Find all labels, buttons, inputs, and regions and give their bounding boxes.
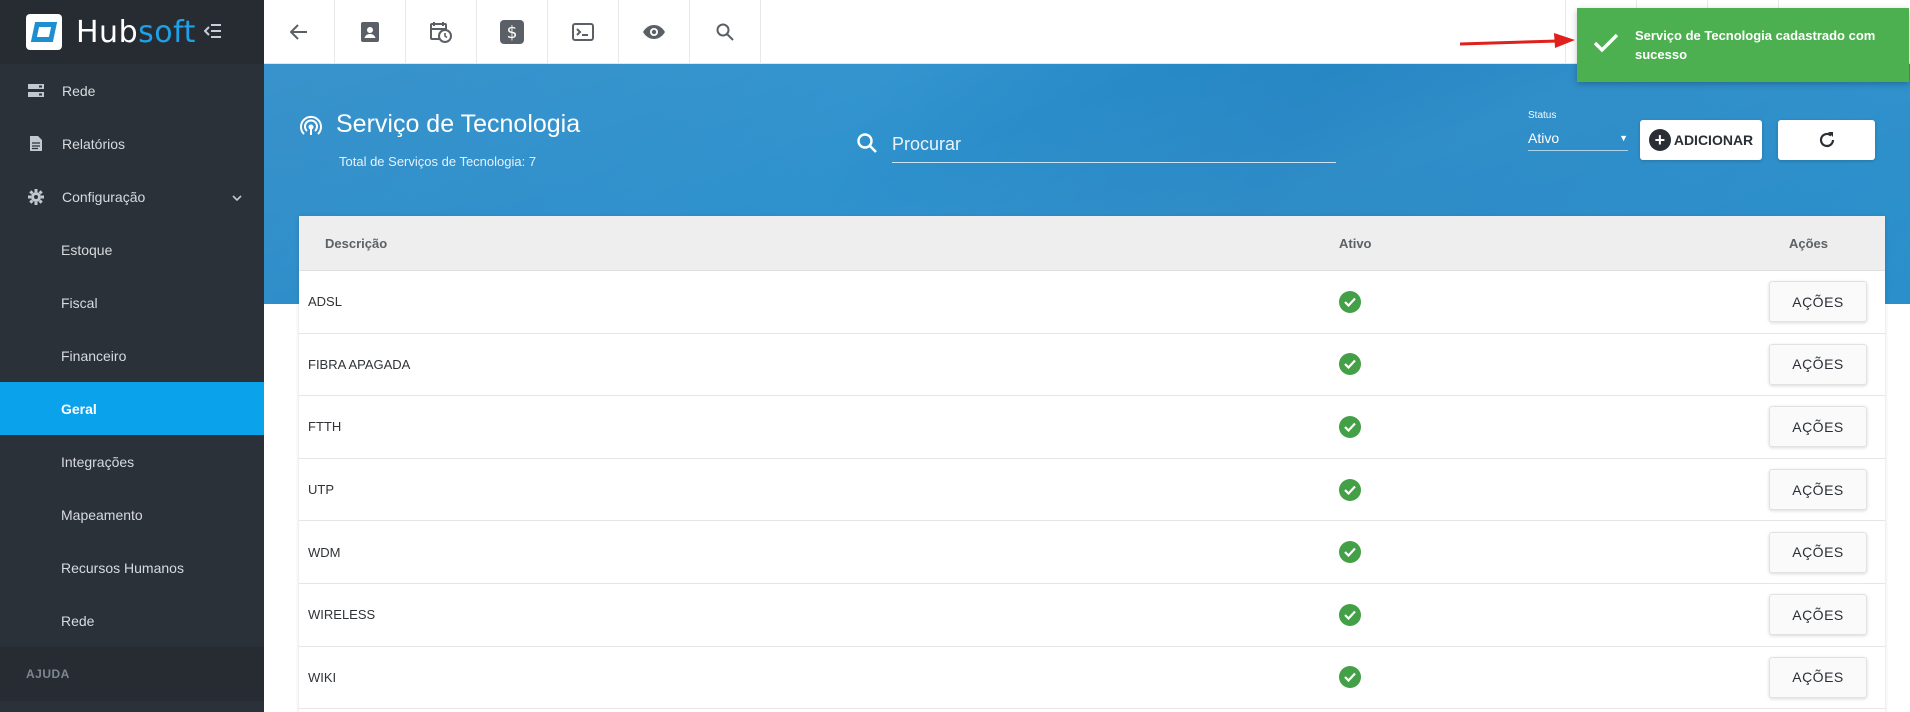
add-circle-icon: + bbox=[1648, 129, 1671, 151]
table-row: WIRELESS AÇÕES bbox=[299, 584, 1885, 647]
gear-icon bbox=[26, 188, 46, 205]
column-header-descricao[interactable]: Descrição bbox=[325, 236, 387, 251]
column-header-acoes: Ações bbox=[1789, 235, 1829, 251]
sidebar-subitem-recursos-humanos[interactable]: Recursos Humanos bbox=[0, 541, 264, 594]
search-icon bbox=[716, 23, 734, 41]
success-toast[interactable]: Serviço de Tecnologia cadastrado com suc… bbox=[1577, 8, 1909, 82]
collapse-menu-icon[interactable] bbox=[203, 21, 222, 44]
back-button[interactable] bbox=[264, 0, 335, 64]
row-actions-button[interactable]: AÇÕES bbox=[1769, 469, 1867, 511]
active-check-icon bbox=[1339, 290, 1361, 313]
table-row: UTP AÇÕES bbox=[299, 459, 1885, 522]
technology-services-table: Descrição Ativo Ações ADSL AÇÕES FIBRA APA… bbox=[299, 216, 1885, 712]
sidebar-item-label: Rede bbox=[62, 82, 96, 99]
refresh-button[interactable] bbox=[1778, 120, 1875, 160]
row-descricao: UTP bbox=[308, 482, 334, 498]
row-actions-button[interactable]: AÇÕES bbox=[1769, 531, 1867, 573]
add-button[interactable]: + ADICIONAR bbox=[1640, 120, 1762, 160]
sidebar-subitem-mapeamento[interactable]: Mapeamento bbox=[0, 488, 264, 541]
row-actions-button[interactable]: AÇÕES bbox=[1769, 343, 1867, 385]
dollar-icon: $ bbox=[500, 20, 524, 44]
finance-button[interactable]: $ bbox=[477, 0, 548, 64]
row-actions-button[interactable]: AÇÕES bbox=[1769, 406, 1867, 448]
sidebar-subitem-rede[interactable]: Rede bbox=[0, 594, 264, 647]
row-descricao: FTTH bbox=[308, 419, 342, 435]
row-descricao: WIKI bbox=[308, 669, 337, 685]
sidebar-item-relatorios[interactable]: Relatórios bbox=[0, 117, 264, 170]
sidebar-item-label: Configuração bbox=[62, 188, 146, 205]
calendar-clock-icon bbox=[430, 22, 452, 43]
active-check-icon bbox=[1339, 353, 1361, 376]
chevron-down-icon bbox=[232, 190, 242, 204]
table-body: ADSL AÇÕES FIBRA APAGADA AÇÕES FTTH AÇÕES UTP A… bbox=[299, 271, 1885, 710]
active-check-icon bbox=[1339, 666, 1361, 689]
status-label: Status bbox=[1528, 110, 1557, 121]
status-select[interactable]: Ativo ▼ bbox=[1528, 125, 1628, 151]
active-check-icon bbox=[1339, 603, 1361, 626]
add-button-label: ADICIONAR bbox=[1673, 132, 1754, 148]
checkmark-icon bbox=[1593, 33, 1623, 58]
table-row: FIBRA APAGADA AÇÕES bbox=[299, 334, 1885, 397]
search-icon bbox=[856, 132, 886, 159]
table-row: WIKI AÇÕES bbox=[299, 647, 1885, 710]
search-bar bbox=[856, 126, 1336, 164]
row-descricao: ADSL bbox=[308, 294, 342, 310]
logo-text: Hubsoft bbox=[76, 14, 196, 50]
contact-card-icon bbox=[361, 22, 379, 42]
svg-text:$: $ bbox=[507, 23, 518, 43]
row-actions-button[interactable]: AÇÕES bbox=[1769, 656, 1867, 698]
active-check-icon bbox=[1339, 415, 1361, 438]
table-row: ADSL AÇÕES bbox=[299, 271, 1885, 334]
page-title: Serviço de Tecnologia bbox=[336, 110, 581, 138]
caret-down-icon: ▼ bbox=[1619, 132, 1628, 143]
search-button[interactable] bbox=[690, 0, 761, 64]
row-descricao: WDM bbox=[308, 544, 341, 560]
document-icon bbox=[26, 136, 46, 151]
table-header: Descrição Ativo Ações bbox=[299, 216, 1885, 271]
sidebar-subitem-geral[interactable]: Geral bbox=[0, 382, 264, 435]
row-actions-button[interactable]: AÇÕES bbox=[1769, 594, 1867, 636]
signal-icon bbox=[300, 115, 322, 135]
search-input[interactable] bbox=[892, 127, 1336, 163]
sidebar-subitem-fiscal[interactable]: Fiscal bbox=[0, 276, 264, 329]
row-descricao: FIBRA APAGADA bbox=[308, 356, 411, 372]
refresh-icon bbox=[1819, 132, 1834, 148]
eye-icon bbox=[643, 25, 665, 39]
active-check-icon bbox=[1339, 541, 1361, 564]
row-actions-button[interactable]: AÇÕES bbox=[1769, 281, 1867, 323]
schedule-button[interactable] bbox=[406, 0, 477, 64]
sidebar-item-rede[interactable]: Rede bbox=[0, 64, 264, 117]
sidebar-subitem-financeiro[interactable]: Financeiro bbox=[0, 329, 264, 382]
page-subtitle: Total de Serviços de Tecnologia: 7 bbox=[339, 154, 537, 169]
sidebar: Hubsoft Rede Relatórios Configuração Est… bbox=[0, 0, 264, 712]
status-value: Ativo bbox=[1528, 129, 1560, 146]
server-icon bbox=[26, 83, 46, 98]
status-filter: Status Ativo ▼ bbox=[1528, 110, 1628, 151]
sidebar-subitem-estoque[interactable]: Estoque bbox=[0, 223, 264, 276]
view-button[interactable] bbox=[619, 0, 690, 64]
terminal-button[interactable] bbox=[548, 0, 619, 64]
logo-icon bbox=[26, 14, 62, 50]
sidebar-section-ajuda: AJUDA bbox=[0, 647, 264, 701]
contacts-button[interactable] bbox=[335, 0, 406, 64]
sidebar-item-label: Relatórios bbox=[62, 135, 126, 152]
table-row: WDM AÇÕES bbox=[299, 521, 1885, 584]
sidebar-item-configuracao[interactable]: Configuração bbox=[0, 170, 264, 223]
active-check-icon bbox=[1339, 478, 1361, 501]
row-descricao: WIRELESS bbox=[308, 607, 376, 623]
page-title-wrap: Serviço de Tecnologia bbox=[300, 110, 580, 139]
logo[interactable]: Hubsoft bbox=[0, 0, 264, 64]
column-header-ativo[interactable]: Ativo bbox=[1339, 236, 1372, 251]
sidebar-subitem-integracoes[interactable]: Integrações bbox=[0, 435, 264, 488]
back-arrow-icon bbox=[290, 24, 307, 40]
table-row: FTTH AÇÕES bbox=[299, 396, 1885, 459]
annotation-arrow bbox=[1459, 33, 1575, 48]
toast-message: Serviço de Tecnologia cadastrado com suc… bbox=[1635, 28, 1876, 62]
terminal-icon bbox=[572, 23, 594, 41]
sidebar-nav: Rede Relatórios Configuração Estoque Fis… bbox=[0, 64, 264, 647]
